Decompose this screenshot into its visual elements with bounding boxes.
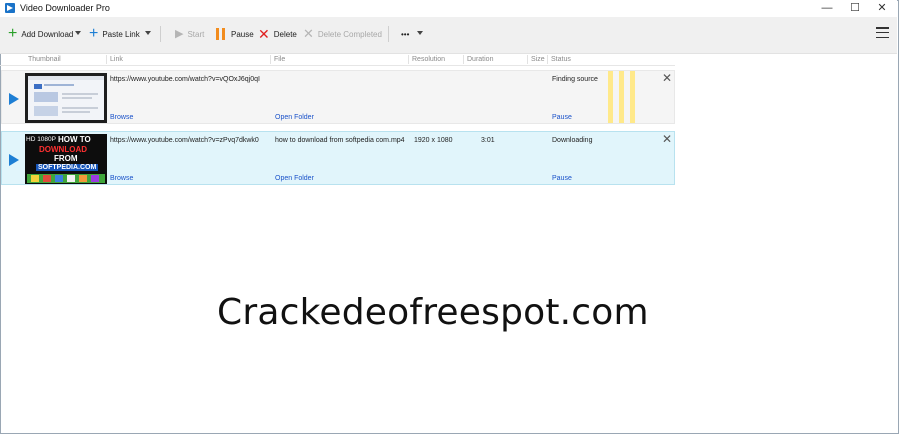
maximize-button[interactable]: ☐	[840, 0, 870, 17]
delete-completed-label: Delete Completed	[317, 29, 382, 39]
thumb-title: FROM	[54, 154, 78, 163]
browse-link[interactable]: Browse	[110, 114, 133, 121]
more-dropdown-icon[interactable]	[417, 31, 423, 35]
delete-button[interactable]: ✕ Delete	[258, 27, 297, 41]
row-resolution: 1920 x 1080	[414, 137, 453, 144]
row-status: Finding source	[552, 76, 598, 83]
app-logo-icon	[5, 3, 15, 13]
delete-completed-icon: ✕	[303, 26, 314, 41]
add-download-button[interactable]: + Add Download	[8, 25, 74, 42]
row-link: https://www.youtube.com/watch?v=vQOxJ6qj…	[110, 76, 260, 83]
paste-link-label: Paste Link	[102, 29, 140, 39]
toolbar-divider	[388, 26, 389, 42]
progress-stripe	[608, 71, 613, 123]
column-divider	[270, 55, 271, 64]
pause-icon	[216, 28, 225, 40]
more-options-button[interactable]: •••	[401, 27, 409, 41]
toolbar: + Add Download + Paste Link ▶ Start Paus…	[0, 17, 897, 54]
row-file: how to download from softpedia com.mp4	[275, 137, 405, 144]
more-icon: •••	[401, 29, 410, 39]
add-download-dropdown-icon[interactable]	[75, 31, 81, 35]
plus-icon: +	[8, 25, 18, 42]
play-icon: ▶	[175, 28, 184, 40]
pause-label: Pause	[231, 29, 254, 39]
column-divider	[106, 55, 107, 64]
column-header-thumbnail[interactable]: Thumbnail	[28, 56, 61, 63]
download-row[interactable]: HD 1080P HOW TO DOWNLOAD FROM SOFTPEDIA.…	[1, 131, 675, 185]
watermark-text: Crackedeofreespot.com	[217, 292, 649, 333]
thumb-logo: SOFTPEDIA.COM	[36, 164, 99, 171]
hamburger-menu-icon[interactable]	[876, 27, 889, 39]
browse-link[interactable]: Browse	[110, 175, 133, 182]
progress-stripe	[630, 71, 635, 123]
remove-row-icon[interactable]: ✕	[662, 71, 672, 85]
thumb-title: HOW TO	[58, 135, 91, 144]
start-button[interactable]: ▶ Start	[175, 27, 204, 41]
remove-row-icon[interactable]: ✕	[662, 132, 672, 146]
open-folder-link[interactable]: Open Folder	[275, 114, 314, 121]
column-divider	[408, 55, 409, 64]
delete-label: Delete	[273, 29, 297, 39]
plus-icon: +	[89, 25, 99, 42]
thumb-badge: HD 1080P	[26, 136, 56, 143]
thumb-title: DOWNLOAD	[39, 145, 87, 154]
column-divider	[527, 55, 528, 64]
video-thumbnail: HD 1080P HOW TO DOWNLOAD FROM SOFTPEDIA.…	[25, 134, 107, 184]
window-title: Video Downloader Pro	[20, 3, 110, 13]
column-divider	[547, 55, 548, 64]
row-link: https://www.youtube.com/watch?v=zPvq7dkw…	[110, 137, 259, 144]
title-bar: Video Downloader Pro — ☐ ✕	[0, 0, 897, 17]
delete-completed-button[interactable]: ✕ Delete Completed	[303, 27, 382, 41]
column-header-status[interactable]: Status	[551, 56, 571, 63]
open-folder-link[interactable]: Open Folder	[275, 175, 314, 182]
toolbar-divider	[160, 26, 161, 42]
play-icon[interactable]	[9, 93, 19, 105]
row-duration: 3:01	[481, 137, 495, 144]
column-header-size[interactable]: Size	[531, 56, 545, 63]
pause-link[interactable]: Pause	[552, 114, 572, 121]
download-row[interactable]: https://www.youtube.com/watch?v=vQOxJ6qj…	[1, 70, 675, 124]
column-header-resolution[interactable]: Resolution	[412, 56, 445, 63]
minimize-button[interactable]: —	[812, 0, 842, 17]
close-window-button[interactable]: ✕	[867, 0, 897, 17]
row-status: Downloading	[552, 137, 593, 144]
column-header-link[interactable]: Link	[110, 56, 123, 63]
play-icon[interactable]	[9, 154, 19, 166]
start-label: Start	[187, 29, 205, 39]
pause-button[interactable]: Pause	[216, 27, 254, 41]
header-divider	[0, 65, 675, 66]
paste-link-button[interactable]: + Paste Link	[89, 25, 140, 42]
column-header-file[interactable]: File	[274, 56, 285, 63]
add-download-label: Add Download	[21, 29, 74, 39]
pause-link[interactable]: Pause	[552, 175, 572, 182]
video-thumbnail	[25, 73, 107, 123]
column-divider	[463, 55, 464, 64]
paste-link-dropdown-icon[interactable]	[145, 31, 151, 35]
column-header-duration[interactable]: Duration	[467, 56, 493, 63]
progress-stripe	[619, 71, 624, 123]
delete-x-icon: ✕	[258, 26, 270, 42]
